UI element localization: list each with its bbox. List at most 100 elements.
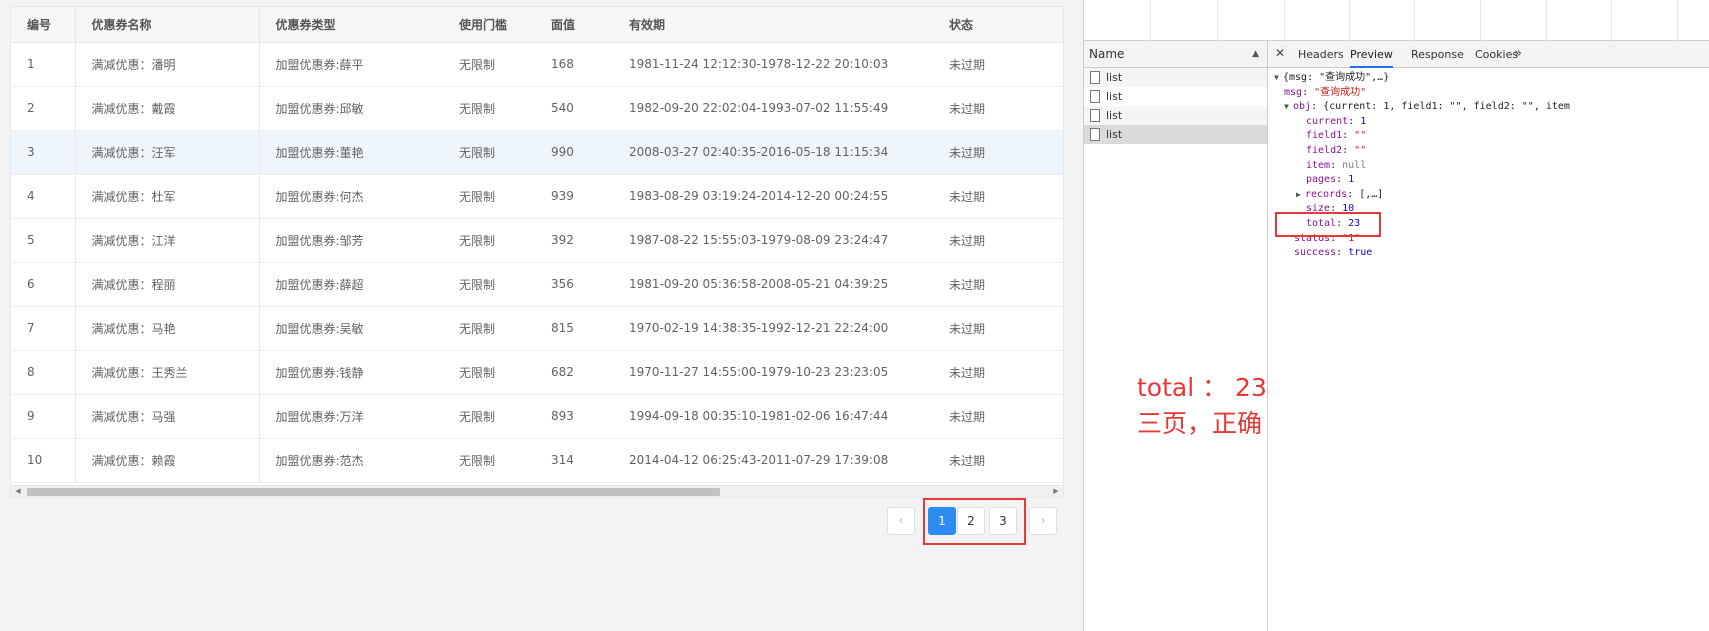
table-row[interactable]: 5 满减优惠：江洋 加盟优惠券:邹芳 无限制 392 1987-08-22 15:55:0… (11, 218, 1063, 263)
prev-page-button[interactable]: ‹ (887, 507, 915, 535)
expand-triangle-icon[interactable]: ▼ (1274, 71, 1283, 86)
cell-type: 加盟优惠券:薛平 (259, 42, 443, 87)
file-icon (1090, 90, 1100, 103)
tree-node-msg: msg: "查询成功" (1284, 86, 1367, 98)
tree-node-pages: pages: 1 (1306, 174, 1355, 186)
table-row[interactable]: 2 满减优惠：戴霞 加盟优惠券:邱敏 无限制 540 1982-09-20 22:02:0… (11, 86, 1063, 131)
tree-node-field2: field2: "" (1306, 145, 1367, 156)
more-tabs-icon[interactable]: » (1514, 41, 1522, 67)
request-item[interactable]: list (1084, 87, 1267, 106)
col-header-name[interactable]: 优惠券名称 (75, 7, 260, 43)
cell-id: 3 (11, 130, 76, 175)
cell-value: 815 (535, 306, 613, 351)
cell-validity: 1983-08-29 03:19:24-2014-12-20 00:24:55 (613, 174, 933, 219)
next-page-button[interactable]: › (1029, 507, 1057, 535)
cell-type: 加盟优惠券:钱静 (259, 350, 443, 395)
cell-name: 满减优惠：王秀兰 (75, 350, 260, 395)
request-name: list (1106, 109, 1123, 122)
cell-name: 满减优惠：江洋 (75, 218, 260, 263)
cell-threshold: 无限制 (443, 218, 535, 263)
table-row[interactable]: 10 满减优惠：赖霞 加盟优惠券:范杰 无限制 314 2014-04-12 06:25:… (11, 438, 1063, 483)
cell-name: 满减优惠：赖霞 (75, 438, 260, 483)
sort-ascending-icon[interactable]: ▲ (1252, 41, 1259, 68)
cell-threshold: 无限制 (443, 174, 535, 219)
cell-name: 满减优惠：戴霞 (75, 86, 260, 131)
cell-name: 满减优惠：程丽 (75, 262, 260, 307)
expand-triangle-icon[interactable]: ▼ (1284, 100, 1293, 115)
col-header-validity[interactable]: 有效期 (613, 7, 933, 43)
cell-name: 满减优惠：马强 (75, 394, 260, 439)
cell-validity: 1987-08-22 15:55:03-1979-08-09 23:24:47 (613, 218, 933, 263)
request-name: list (1106, 90, 1123, 103)
cell-value: 540 (535, 86, 613, 131)
cell-status: 未过期 (933, 218, 1063, 263)
expand-triangle-icon[interactable]: ▶ (1296, 188, 1305, 203)
cell-validity: 1981-11-24 12:12:30-1978-12-22 20:10:03 (613, 42, 933, 87)
cell-threshold: 无限制 (443, 42, 535, 87)
cell-validity: 1982-09-20 22:02:04-1993-07-02 11:55:49 (613, 86, 933, 131)
detail-tabs: ✕ Headers Preview Response Cookies » (1268, 41, 1709, 68)
cell-validity: 1970-11-27 14:55:00-1979-10-23 23:23:05 (613, 350, 933, 395)
tree-node-current: current: 1 (1306, 115, 1367, 127)
table-row[interactable]: 9 满减优惠：马强 加盟优惠券:万洋 无限制 893 1994-09-18 00:35:1… (11, 394, 1063, 439)
col-header-type[interactable]: 优惠券类型 (259, 7, 443, 43)
horizontal-scrollbar[interactable]: ◀ ▶ (11, 485, 1063, 497)
cell-type: 加盟优惠券:薛超 (259, 262, 443, 307)
request-item[interactable]: list (1084, 68, 1267, 87)
cell-type: 加盟优惠券:万洋 (259, 394, 443, 439)
scroll-left-icon[interactable]: ◀ (11, 486, 25, 497)
table-row[interactable]: 1 满减优惠：潘明 加盟优惠券:薛平 无限制 168 1981-11-24 12:12:3… (11, 42, 1063, 87)
col-header-id[interactable]: 编号 (11, 7, 76, 43)
cell-status: 未过期 (933, 350, 1063, 395)
pagination-highlight-box (923, 498, 1026, 545)
scroll-right-icon[interactable]: ▶ (1049, 486, 1063, 497)
tree-root[interactable]: ▼ {msg: "查询成功",…} (1274, 71, 1389, 86)
close-icon[interactable]: ✕ (1275, 46, 1285, 60)
cell-threshold: 无限制 (443, 86, 535, 131)
table-row[interactable]: 8 满减优惠：王秀兰 加盟优惠券:钱静 无限制 682 1970-11-27 14:55:… (11, 350, 1063, 395)
col-header-value[interactable]: 面值 (535, 7, 613, 43)
tree-node-records[interactable]: ▶ records: [,…] (1296, 188, 1383, 203)
cell-type: 加盟优惠券:邱敏 (259, 86, 443, 131)
cell-id: 10 (11, 438, 76, 483)
cell-value: 939 (535, 174, 613, 219)
coupon-table: 编号 优惠券名称 优惠券类型 使用门槛 面值 有效期 状态 1 满减优惠：潘明 加盟… (10, 6, 1064, 498)
cell-status: 未过期 (933, 86, 1063, 131)
table-row[interactable]: 6 满减优惠：程丽 加盟优惠券:薛超 无限制 356 1981-09-20 05:36:5… (11, 262, 1063, 307)
cell-value: 682 (535, 350, 613, 395)
cell-type: 加盟优惠券:何杰 (259, 174, 443, 219)
col-header-status[interactable]: 状态 (933, 7, 1063, 43)
table-row[interactable]: 3 满减优惠：汪军 加盟优惠券:董艳 无限制 990 2008-03-27 02:40:3… (11, 130, 1063, 175)
table-row[interactable]: 4 满减优惠：杜军 加盟优惠券:何杰 无限制 939 1983-08-29 03:19:2… (11, 174, 1063, 219)
cell-id: 7 (11, 306, 76, 351)
devtools-panel: Name ▲ list list list list ✕ Headers Pre… (1083, 0, 1709, 631)
cell-status: 未过期 (933, 130, 1063, 175)
name-header-label: Name (1089, 47, 1125, 61)
name-column-header[interactable]: Name ▲ (1084, 41, 1267, 68)
request-item-selected[interactable]: list (1084, 125, 1267, 144)
cell-id: 5 (11, 218, 76, 263)
cell-id: 6 (11, 262, 76, 307)
col-header-threshold[interactable]: 使用门槛 (443, 7, 535, 43)
tab-preview[interactable]: Preview (1350, 41, 1393, 68)
cell-validity: 1981-09-20 05:36:58-2008-05-21 04:39:25 (613, 262, 933, 307)
cell-status: 未过期 (933, 174, 1063, 219)
cell-value: 314 (535, 438, 613, 483)
tab-headers[interactable]: Headers (1298, 41, 1344, 68)
table-row[interactable]: 7 满减优惠：马艳 加盟优惠券:吴敏 无限制 815 1970-02-19 14:38:3… (11, 306, 1063, 351)
cell-validity: 1970-02-19 14:38:35-1992-12-21 22:24:00 (613, 306, 933, 351)
cell-name: 满减优惠：汪军 (75, 130, 260, 175)
file-icon (1090, 109, 1100, 122)
tree-node-item: item: null (1306, 159, 1367, 171)
cell-threshold: 无限制 (443, 438, 535, 483)
cell-name: 满减优惠：杜军 (75, 174, 260, 219)
request-list: Name ▲ list list list list (1084, 41, 1268, 631)
cell-value: 893 (535, 394, 613, 439)
tree-node-obj[interactable]: ▼ obj: {current: 1, field1: "", field2: "… (1284, 100, 1570, 115)
request-item[interactable]: list (1084, 106, 1267, 125)
tab-response[interactable]: Response (1411, 41, 1464, 68)
annotation-note: total ： 23 三页，正确 (1137, 370, 1267, 442)
scrollbar-thumb[interactable] (27, 488, 720, 496)
tab-cookies[interactable]: Cookies (1475, 41, 1518, 68)
tree-node-success: success: true (1294, 247, 1373, 259)
